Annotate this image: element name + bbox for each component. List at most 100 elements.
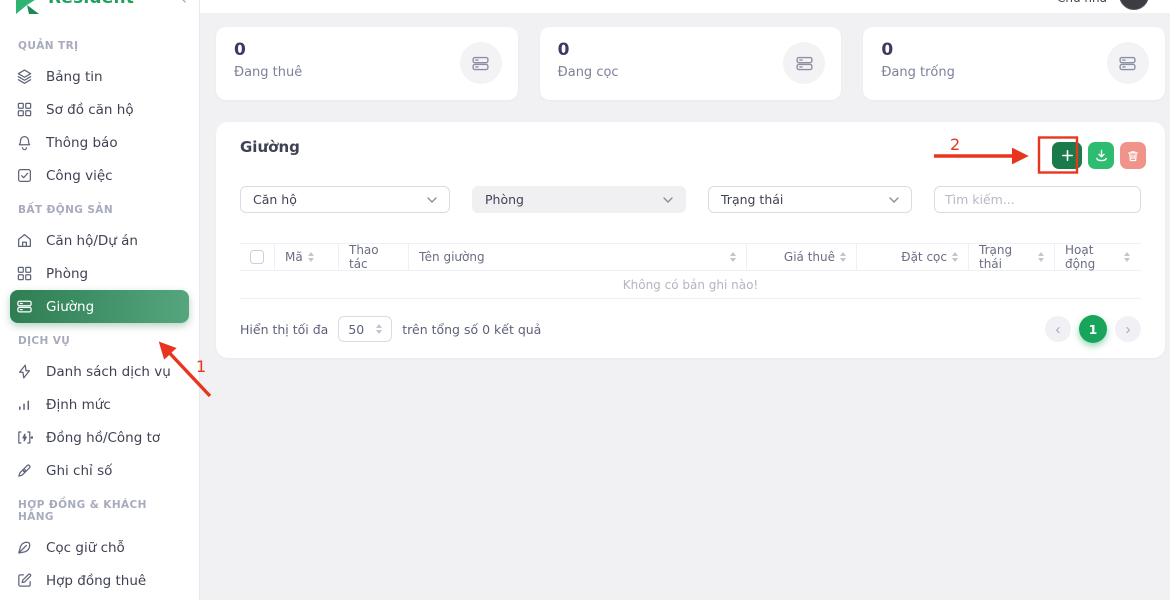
main-area: Chủ nhà 0 Đang thuê 0 Đang cọc	[200, 0, 1170, 600]
beds-panel: Giường	[216, 122, 1165, 358]
sidebar: Resident QUẢN TRỊ Bảng tin Sơ đồ căn hộ	[0, 0, 200, 600]
layers-icon	[16, 68, 33, 85]
bed-icon	[1118, 54, 1137, 73]
filter-row: Căn hộ Phòng Trạng thái	[240, 186, 1141, 213]
status-select[interactable]: Trạng thái	[708, 186, 912, 213]
contract-edit-icon	[16, 572, 33, 589]
sidebar-item-label: Ghi chỉ số	[46, 463, 112, 479]
sidebar-nav: QUẢN TRỊ Bảng tin Sơ đồ căn hộ Thông báo	[0, 14, 199, 597]
total-results-label: trên tổng số 0 kết quả	[402, 322, 541, 337]
panel-title: Giường	[240, 138, 1141, 156]
topbar-user-label[interactable]: Chủ nhà	[1057, 0, 1107, 5]
app-root: Resident QUẢN TRỊ Bảng tin Sơ đồ căn hộ	[0, 0, 1170, 600]
topbar: Chủ nhà	[200, 0, 1170, 13]
bed-icon	[795, 54, 814, 73]
sidebar-item-so-do-can-ho[interactable]: Sơ đồ căn hộ	[10, 93, 189, 126]
sort-icon[interactable]	[1124, 252, 1130, 262]
prev-page-button[interactable]	[1045, 316, 1071, 342]
panel-actions	[1052, 142, 1146, 169]
stat-badge	[460, 42, 502, 84]
sidebar-item-danh-sach-dich-vu[interactable]: Danh sách dịch vụ	[10, 355, 189, 388]
stepper-icon	[376, 324, 382, 334]
table-header-row: Mã Thao tác Tên giường Giá thuê	[240, 243, 1141, 271]
content: 0 Đang thuê 0 Đang cọc	[200, 13, 1170, 358]
sort-icon[interactable]	[308, 252, 314, 262]
task-check-icon	[16, 167, 33, 184]
sidebar-item-bang-tin[interactable]: Bảng tin	[10, 60, 189, 93]
stat-card-dang-coc: 0 Đang cọc	[540, 27, 842, 100]
sidebar-item-label: Sơ đồ căn hộ	[46, 102, 134, 118]
bolt-icon	[16, 363, 33, 380]
sort-icon[interactable]	[730, 252, 736, 262]
grid-icon	[16, 101, 33, 118]
pen-nib-icon	[16, 462, 33, 479]
resident-logo-icon	[12, 0, 44, 14]
add-bed-button[interactable]	[1052, 142, 1082, 169]
export-button[interactable]	[1088, 142, 1114, 169]
column-header-trang-thai: Trạng thái	[979, 243, 1033, 271]
stat-cards-row: 0 Đang thuê 0 Đang cọc	[216, 27, 1165, 100]
collapse-sidebar-icon[interactable]	[181, 0, 187, 8]
home-icon	[16, 232, 33, 249]
trash-icon	[1126, 149, 1140, 163]
feather-icon	[16, 539, 33, 556]
sidebar-item-label: Hợp đồng thuê	[46, 573, 146, 589]
brand-name: Resident	[48, 0, 134, 8]
column-header-ten-giuong: Tên giường	[419, 250, 485, 264]
sidebar-item-label: Thông báo	[46, 135, 118, 151]
sidebar-item-can-ho-du-an[interactable]: Căn hộ/Dự án	[10, 224, 189, 257]
column-header-hoat-dong: Hoạt động	[1065, 243, 1119, 271]
delete-button[interactable]	[1120, 142, 1146, 169]
chevron-down-icon	[427, 197, 437, 203]
stat-badge	[1107, 42, 1149, 84]
bed-icon	[16, 298, 33, 315]
sort-icon[interactable]	[952, 252, 958, 262]
apartment-select[interactable]: Căn hộ	[240, 186, 450, 213]
user-avatar[interactable]	[1119, 0, 1149, 10]
empty-table-message: Không có bản ghi nào!	[240, 271, 1141, 299]
search-input[interactable]	[934, 186, 1141, 213]
chevron-down-icon	[663, 197, 673, 203]
sidebar-item-dinh-muc[interactable]: Định mức	[10, 388, 189, 421]
sidebar-item-label: Căn hộ/Dự án	[46, 233, 138, 249]
page-size-select[interactable]: 50	[338, 316, 392, 342]
download-icon	[1094, 148, 1109, 163]
sidebar-item-ghi-chi-so[interactable]: Ghi chỉ số	[10, 454, 189, 487]
plus-icon	[1060, 148, 1075, 163]
sidebar-item-hop-dong-thue[interactable]: Hợp đồng thuê	[10, 564, 189, 597]
sidebar-item-dong-ho-cong-to[interactable]: Đồng hồ/Công tơ	[10, 421, 189, 454]
sidebar-item-label: Công việc	[46, 168, 113, 184]
sort-icon[interactable]	[840, 252, 846, 262]
sidebar-item-label: Phòng	[46, 266, 88, 282]
sort-icon[interactable]	[1038, 252, 1044, 262]
stat-card-dang-thue: 0 Đang thuê	[216, 27, 518, 100]
pagination: 1	[1045, 315, 1141, 343]
grid-icon	[16, 265, 33, 282]
page-size-label: Hiển thị tối đa	[240, 322, 328, 337]
sidebar-item-label: Cọc giữ chỗ	[46, 540, 125, 556]
next-page-button[interactable]	[1115, 316, 1141, 342]
sidebar-item-label: Bảng tin	[46, 69, 103, 85]
column-header-gia-thue: Giá thuê	[784, 250, 835, 264]
sidebar-item-label: Định mức	[46, 397, 111, 413]
sidebar-item-label: Đồng hồ/Công tơ	[46, 430, 160, 446]
room-select-value: Phòng	[485, 192, 524, 207]
sidebar-item-giuong[interactable]: Giường	[10, 290, 189, 323]
sidebar-section-label: HỢP ĐỒNG & KHÁCH HÀNG	[0, 487, 199, 531]
column-header-dat-coc: Đặt cọc	[901, 250, 947, 264]
bell-icon	[16, 134, 33, 151]
sidebar-item-cong-viec[interactable]: Công việc	[10, 159, 189, 192]
select-all-checkbox[interactable]	[250, 250, 264, 264]
sidebar-section-label: BẤT ĐỘNG SẢN	[0, 192, 199, 224]
sidebar-item-phong[interactable]: Phòng	[10, 257, 189, 290]
column-header-thao-tac: Thao tác	[349, 243, 398, 271]
sidebar-item-thong-bao[interactable]: Thông báo	[10, 126, 189, 159]
logo-row: Resident	[0, 0, 199, 14]
stat-card-dang-trong: 0 Đang trống	[863, 27, 1165, 100]
sidebar-item-coc-giu-cho[interactable]: Cọc giữ chỗ	[10, 531, 189, 564]
table-footer: Hiển thị tối đa 50 trên tổng số 0 kết qu…	[240, 315, 1141, 343]
status-select-value: Trạng thái	[721, 192, 783, 207]
current-page-button[interactable]: 1	[1079, 315, 1107, 343]
apartment-select-value: Căn hộ	[253, 192, 297, 207]
room-select[interactable]: Phòng	[472, 186, 686, 213]
